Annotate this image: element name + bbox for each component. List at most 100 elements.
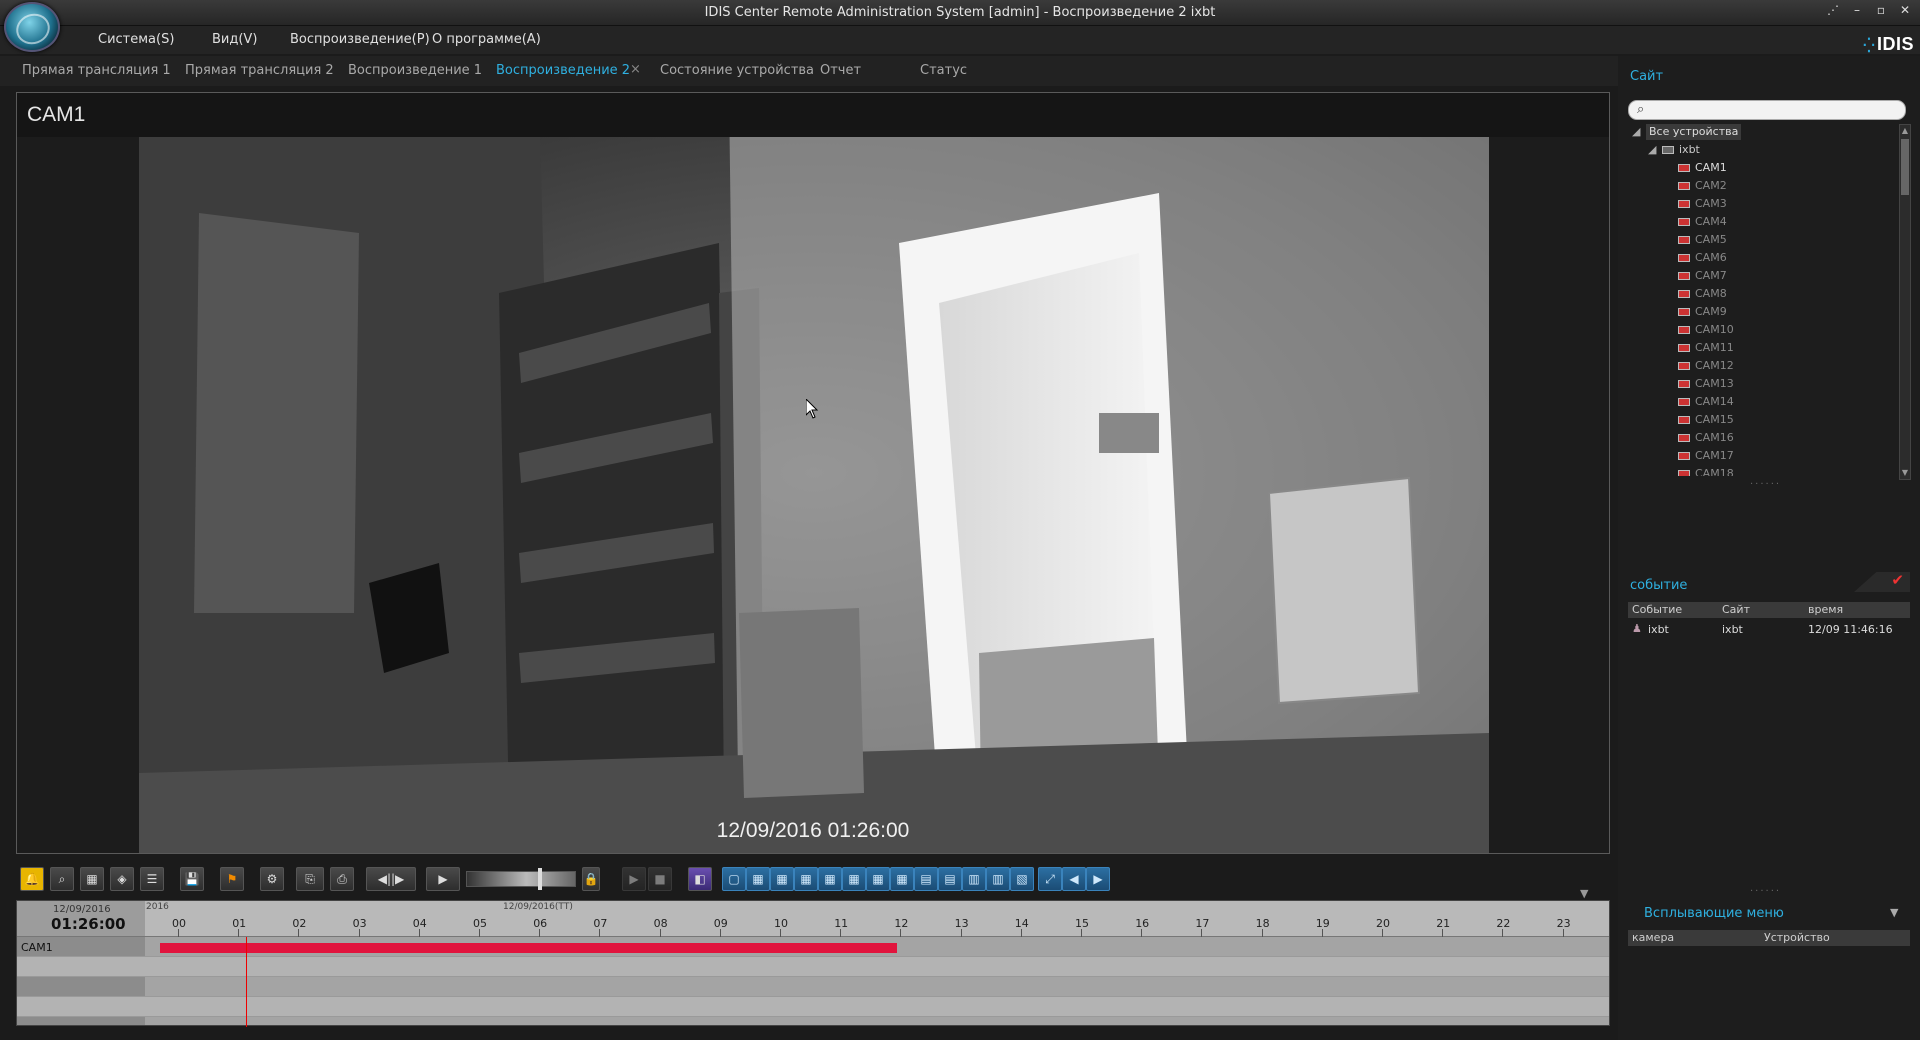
popup-col-camera[interactable]: камера (1632, 931, 1674, 944)
fullscreen-icon[interactable]: ⤢ (1038, 867, 1062, 891)
event-check-icon[interactable] (1854, 572, 1910, 592)
tree-scrollbar[interactable]: ▲ ▼ (1899, 124, 1911, 480)
tab-close-icon[interactable]: × (630, 62, 641, 77)
next-page-icon[interactable]: ▶ (1086, 867, 1110, 891)
layout-8x8-icon[interactable]: ▦ (890, 867, 914, 891)
tree-item-camera[interactable]: CAM6 (1678, 250, 1727, 266)
lock-button[interactable]: 🔒 (582, 867, 600, 891)
camera-select-icon[interactable]: ◧ (688, 867, 712, 891)
frame-step-buttons[interactable]: ◀| |▶ (366, 867, 416, 891)
video-viewport[interactable]: CAM1 12/09/2016 01:26:00 (16, 92, 1610, 854)
app-logo-globe-icon[interactable] (4, 2, 60, 52)
layout-7x7-icon[interactable]: ▦ (866, 867, 890, 891)
calendar-icon[interactable]: ▦ (80, 867, 104, 891)
tree-item-camera[interactable]: CAM13 (1678, 376, 1734, 392)
timeline-playhead[interactable] (246, 937, 248, 1027)
tree-expand-icon[interactable]: ◢ (1648, 142, 1656, 158)
tab-device-status[interactable]: Состояние устройства (660, 63, 814, 78)
timeline-hour-label: 05 (473, 917, 487, 930)
alarm-bell-icon[interactable]: 🔔 (20, 867, 44, 891)
speed-slider[interactable] (466, 871, 576, 887)
camera-video-image[interactable] (139, 93, 1489, 853)
speed-slider-handle[interactable] (538, 868, 542, 890)
menu-playback[interactable]: Воспроизведение(P) (290, 32, 430, 47)
search-icon[interactable]: ⌕ (50, 867, 74, 891)
tree-item-all-devices[interactable]: Все устройства (1646, 124, 1742, 140)
timeline-row[interactable] (17, 997, 1609, 1017)
timeline-row[interactable] (17, 957, 1609, 977)
layout-custom-4-icon[interactable]: ▥ (986, 867, 1010, 891)
close-button[interactable]: ✕ (1898, 3, 1912, 17)
print-icon[interactable]: ⎙ (330, 867, 354, 891)
layout-3x3-icon[interactable]: ▦ (770, 867, 794, 891)
layout-list-icon[interactable]: ☰ (140, 867, 164, 891)
previous-page-icon[interactable]: ◀ (1062, 867, 1086, 891)
event-col-time[interactable]: время (1808, 603, 1843, 616)
site-search-input[interactable]: ⌕ (1628, 100, 1906, 120)
tab-live-1[interactable]: Прямая трансляция 1 (22, 63, 171, 78)
layout-5x5-icon[interactable]: ▦ (818, 867, 842, 891)
tree-item-camera[interactable]: CAM14 (1678, 394, 1734, 410)
timeline[interactable]: 2016 12/09/2016(ТТ) 00 01 02 03 04 05 06 07 08 09… (16, 900, 1610, 1027)
panel-splitter[interactable]: ······ (1750, 886, 1781, 897)
save-icon[interactable]: 💾 (180, 867, 204, 891)
menu-view[interactable]: Вид(V) (212, 32, 257, 47)
tree-item-camera[interactable]: CAM12 (1678, 358, 1734, 374)
tree-item-camera[interactable]: CAM5 (1678, 232, 1727, 248)
layout-custom-5-icon[interactable]: ▧ (1010, 867, 1034, 891)
tree-item-camera[interactable]: CAM11 (1678, 340, 1734, 356)
tab-report[interactable]: Отчет (820, 63, 861, 78)
tree-item-camera[interactable]: CAM8 (1678, 286, 1727, 302)
tree-item-camera[interactable]: CAM1 (1678, 160, 1727, 176)
scroll-up-icon[interactable]: ▲ (1901, 126, 1909, 136)
tree-item-device[interactable]: ixbt (1662, 142, 1700, 158)
popup-col-device[interactable]: Устройство (1764, 931, 1830, 944)
tree-item-camera[interactable]: CAM10 (1678, 322, 1734, 338)
tab-playback-1[interactable]: Воспроизведение 1 (348, 63, 482, 78)
timeline-collapse-icon[interactable]: ▼ (1580, 887, 1588, 900)
tree-item-camera[interactable]: CAM4 (1678, 214, 1727, 230)
menu-about[interactable]: О программе(A) (432, 32, 541, 47)
export-icon[interactable]: ⎘ (296, 867, 324, 891)
snapshot-icon[interactable]: ◈ (110, 867, 134, 891)
scroll-down-icon[interactable]: ▼ (1901, 468, 1909, 478)
layout-custom-3-icon[interactable]: ▥ (962, 867, 986, 891)
play-button[interactable]: ▶ (426, 867, 460, 891)
tab-status[interactable]: Статус (920, 63, 967, 78)
tab-live-2[interactable]: Прямая трансляция 2 (185, 63, 334, 78)
frame-back-icon[interactable]: ◀| (378, 872, 391, 886)
frame-forward-icon[interactable]: |▶ (391, 872, 404, 886)
tree-item-camera[interactable]: CAM16 (1678, 430, 1734, 446)
tree-item-camera[interactable]: CAM17 (1678, 448, 1734, 464)
layout-4x4-icon[interactable]: ▦ (794, 867, 818, 891)
timeline-tick (599, 929, 601, 937)
tree-expand-icon[interactable]: ◢ (1632, 124, 1640, 140)
popup-menu-dropdown-icon[interactable]: ▼ (1890, 906, 1898, 919)
timeline-row[interactable] (17, 977, 1609, 997)
tab-playback-2[interactable]: Воспроизведение 2 (496, 63, 630, 78)
menu-system[interactable]: Система(S) (98, 32, 174, 47)
layout-1x1-icon[interactable]: ▢ (722, 867, 746, 891)
recording-segment[interactable] (160, 943, 897, 953)
layout-6x6-icon[interactable]: ▦ (842, 867, 866, 891)
event-col-site[interactable]: Сайт (1722, 603, 1750, 616)
layout-custom-2-icon[interactable]: ▤ (938, 867, 962, 891)
settings-icon[interactable]: ⚙ (260, 867, 284, 891)
minimize-button[interactable]: – (1850, 3, 1864, 17)
layout-2x2-icon[interactable]: ▦ (746, 867, 770, 891)
layout-custom-1-icon[interactable]: ▤ (914, 867, 938, 891)
tree-item-camera[interactable]: CAM15 (1678, 412, 1734, 428)
timeline-hour-label: 11 (834, 917, 849, 930)
bookmark-flag-icon[interactable]: ⚑ (220, 867, 244, 891)
tree-item-camera[interactable]: CAM18 (1678, 466, 1734, 476)
panel-splitter[interactable]: ······ (1750, 479, 1781, 490)
play-disabled-button[interactable]: ▶ (622, 867, 646, 891)
tree-item-camera[interactable]: CAM9 (1678, 304, 1727, 320)
stop-button[interactable]: ■ (648, 867, 672, 891)
event-col-event[interactable]: Событие (1632, 603, 1682, 616)
tree-item-camera[interactable]: CAM3 (1678, 196, 1727, 212)
scroll-thumb[interactable] (1901, 139, 1909, 195)
maximize-button[interactable]: ▫ (1874, 3, 1888, 17)
tree-item-camera[interactable]: CAM7 (1678, 268, 1727, 284)
tree-item-camera[interactable]: CAM2 (1678, 178, 1727, 194)
